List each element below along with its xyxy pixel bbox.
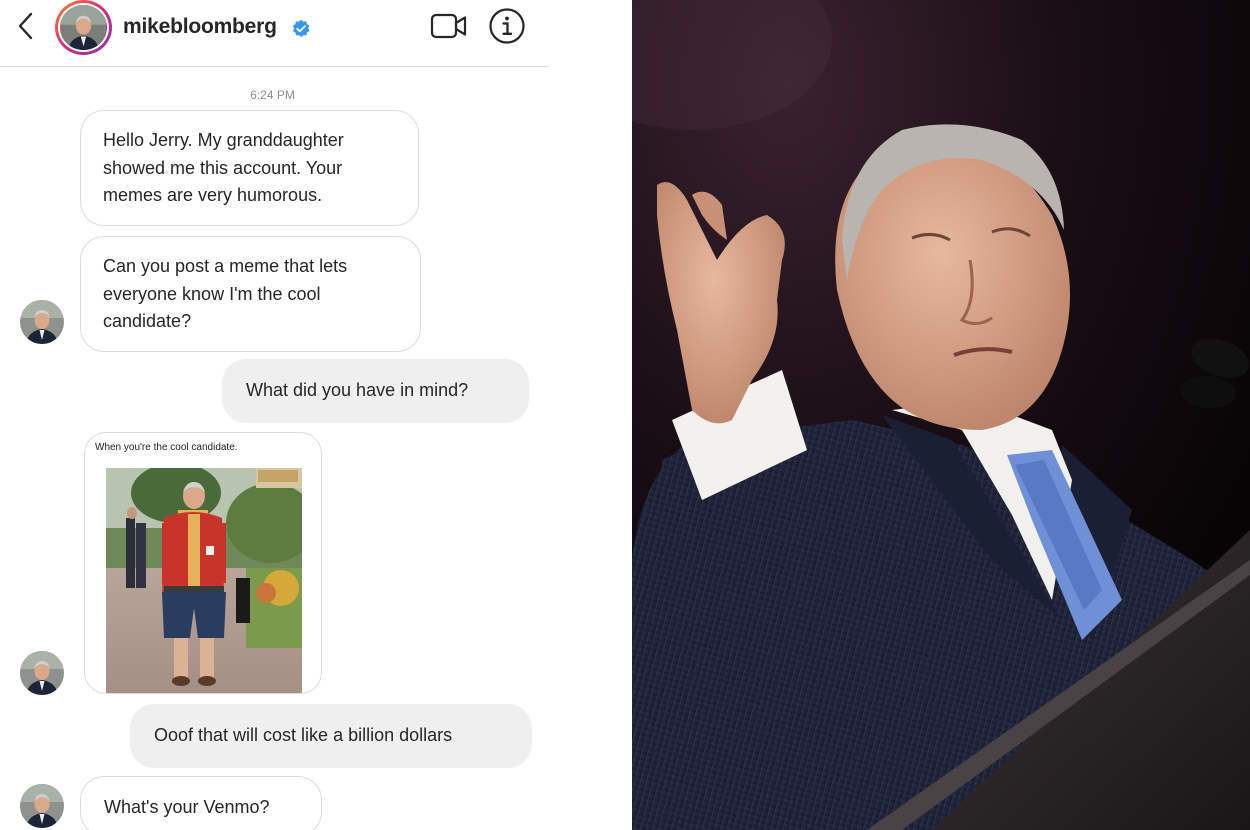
message-timestamp: 6:24 PM (250, 88, 295, 102)
outgoing-message-bubble[interactable]: Ooof that will cost like a billion dolla… (130, 704, 532, 768)
message-text: Hello Jerry. My granddaughter showed me … (103, 130, 344, 205)
incoming-message-bubble[interactable]: Can you post a meme that lets everyone k… (80, 236, 421, 352)
meme-photo (106, 468, 302, 693)
sender-avatar[interactable] (20, 300, 64, 344)
avatar-image (61, 5, 106, 50)
verified-badge-icon (292, 19, 310, 37)
meme-caption: When you're the cool candidate. (95, 442, 238, 453)
video-camera-icon[interactable] (430, 11, 468, 41)
dm-header: mikebloomberg (0, 0, 548, 67)
profile-avatar[interactable] (55, 0, 112, 55)
sender-avatar[interactable] (20, 784, 64, 828)
avatar-image (20, 651, 64, 695)
meme-image-message[interactable]: When you're the cool candidate. (84, 432, 322, 694)
outgoing-message-bubble[interactable]: What did you have in mind? (222, 359, 529, 423)
meme-photo-image (106, 468, 302, 693)
chevron-left-icon[interactable] (14, 10, 38, 42)
message-text: Can you post a meme that lets everyone k… (103, 256, 348, 331)
info-icon[interactable] (488, 7, 526, 45)
message-text: What did you have in mind? (246, 380, 469, 400)
message-text: What's your Venmo? (104, 797, 270, 817)
speaker-photo-image (632, 0, 1250, 830)
username[interactable]: mikebloomberg (123, 15, 277, 39)
speaker-photo (632, 0, 1250, 830)
incoming-message-bubble[interactable]: Hello Jerry. My granddaughter showed me … (80, 110, 419, 226)
avatar-image (20, 300, 64, 344)
sender-avatar[interactable] (20, 651, 64, 695)
message-text: Ooof that will cost like a billion dolla… (154, 725, 453, 745)
panel-divider (606, 0, 632, 830)
dm-conversation-panel: mikebloomberg 6:24 PM Hello Jerry. My gr… (0, 0, 548, 830)
avatar-image (20, 784, 64, 828)
incoming-message-bubble[interactable]: What's your Venmo? (80, 776, 322, 830)
